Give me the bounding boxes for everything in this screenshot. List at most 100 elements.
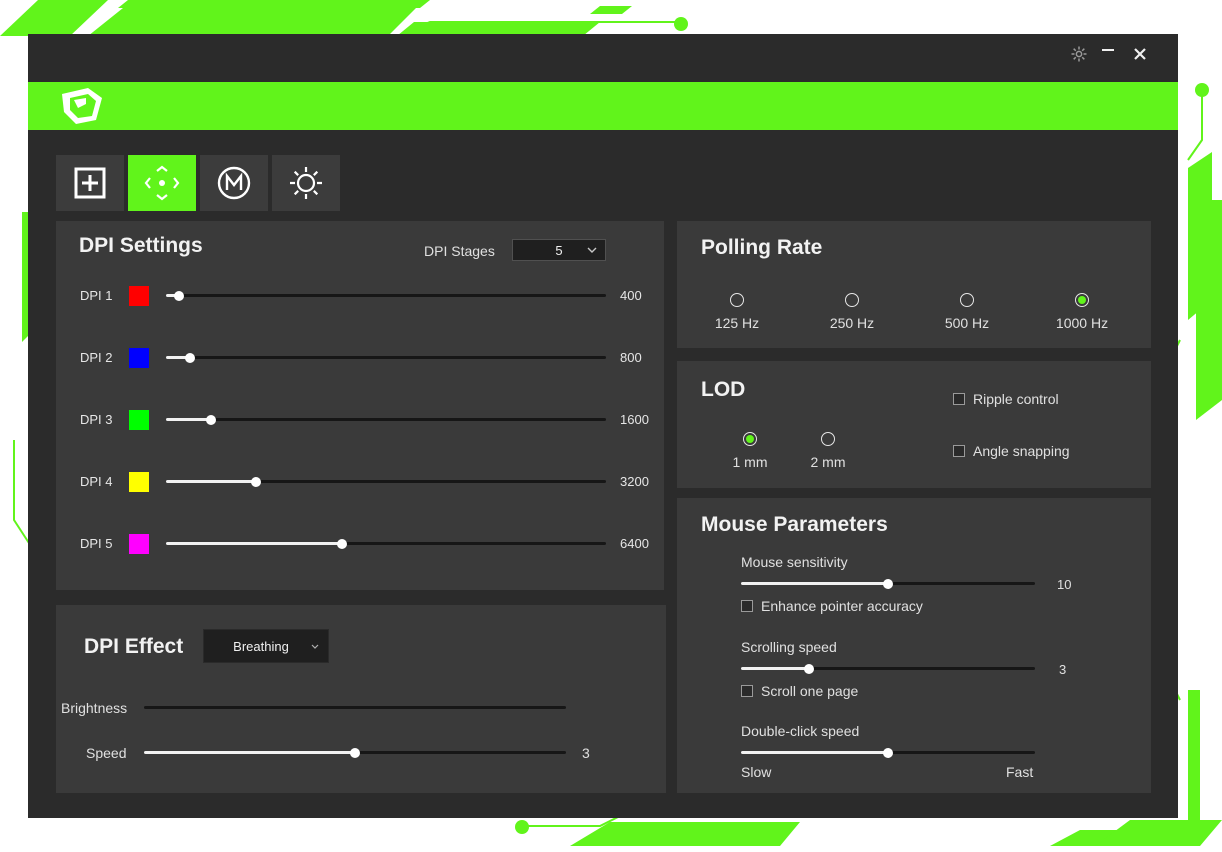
radio-button[interactable] <box>743 432 757 446</box>
dpi-value: 400 <box>620 288 642 303</box>
tab-performance[interactable] <box>128 155 196 211</box>
slider-thumb[interactable] <box>883 748 893 758</box>
radio-button[interactable] <box>1075 293 1089 307</box>
move-arrows-icon <box>144 165 180 201</box>
scrolling-speed-value: 3 <box>1059 662 1067 677</box>
radio-label: 500 Hz <box>944 315 990 331</box>
settings-button[interactable] <box>1065 40 1093 68</box>
mouse-sensitivity-slider[interactable] <box>741 577 1035 591</box>
close-icon <box>1134 48 1146 60</box>
checkbox-box[interactable] <box>741 600 753 612</box>
plus-square-icon <box>74 167 106 199</box>
dpi-label: DPI 3 <box>80 412 113 427</box>
dpi-row-5: DPI 5 6400 <box>80 534 670 554</box>
speed-label: Speed <box>86 745 127 761</box>
dpi-color-swatch[interactable] <box>129 348 149 368</box>
minimize-button[interactable] <box>1094 40 1122 68</box>
scroll-one-page-checkbox[interactable]: Scroll one page <box>741 683 858 699</box>
polling-option-500[interactable]: 500 Hz <box>935 293 999 331</box>
tab-buttons[interactable] <box>56 155 124 211</box>
dpi-stages-label: DPI Stages <box>424 243 495 259</box>
brand-logo-icon <box>62 88 102 124</box>
dpi-settings-panel: DPI Settings DPI Stages 5 DPI 1 400 DPI … <box>56 221 664 590</box>
radio-label: 125 Hz <box>714 315 760 331</box>
dpi-stages-select[interactable]: 5 <box>512 239 606 261</box>
slider-thumb[interactable] <box>337 539 347 549</box>
chevron-down-icon <box>587 247 597 253</box>
checkbox-box[interactable] <box>741 685 753 697</box>
polling-option-250[interactable]: 250 Hz <box>820 293 884 331</box>
brightness-slider[interactable] <box>144 701 566 715</box>
speed-slider[interactable] <box>144 746 566 760</box>
dpi-color-swatch[interactable] <box>129 534 149 554</box>
dpi-slider[interactable] <box>166 475 606 489</box>
sun-light-icon <box>290 167 322 199</box>
angle-snapping-label: Angle snapping <box>973 443 1070 459</box>
dpi-stages-value: 5 <box>555 242 563 258</box>
radio-button[interactable] <box>960 293 974 307</box>
app-window: DPI Settings DPI Stages 5 DPI 1 400 DPI … <box>28 34 1178 818</box>
gear-icon <box>1071 46 1087 62</box>
dpi-slider[interactable] <box>166 351 606 365</box>
minimize-icon <box>1102 49 1114 51</box>
mouse-sensitivity-label: Mouse sensitivity <box>741 554 848 570</box>
radio-button[interactable] <box>845 293 859 307</box>
slider-thumb[interactable] <box>350 748 360 758</box>
lod-option-2mm[interactable]: 2 mm <box>803 432 853 470</box>
lod-option-1mm[interactable]: 1 mm <box>725 432 775 470</box>
dpi-effect-title: DPI Effect <box>84 635 184 658</box>
radio-label: 1000 Hz <box>1055 315 1109 331</box>
dpi-effect-select[interactable]: Breathing <box>203 629 329 663</box>
polling-rate-title: Polling Rate <box>701 236 823 259</box>
slider-thumb[interactable] <box>174 291 185 301</box>
slider-thumb[interactable] <box>206 415 217 425</box>
slider-thumb[interactable] <box>803 664 814 674</box>
brand-bar <box>28 82 1178 130</box>
dpi-color-swatch[interactable] <box>129 410 149 430</box>
dpi-color-swatch[interactable] <box>129 286 149 306</box>
radio-button[interactable] <box>821 432 835 446</box>
dpi-slider[interactable] <box>166 289 606 303</box>
close-button[interactable] <box>1126 40 1154 68</box>
radio-button[interactable] <box>730 293 744 307</box>
enhance-pointer-label: Enhance pointer accuracy <box>761 598 923 614</box>
lod-title: LOD <box>701 378 746 401</box>
dpi-effect-panel: DPI Effect Breathing Brightness Speed 3 <box>56 605 666 793</box>
titlebar <box>28 34 1178 82</box>
slider-thumb[interactable] <box>185 353 196 363</box>
macro-m-icon <box>217 166 251 200</box>
dpi-row-1: DPI 1 400 <box>80 286 670 306</box>
tab-macro[interactable] <box>200 155 268 211</box>
dpi-label: DPI 4 <box>80 474 113 489</box>
scrolling-speed-slider[interactable] <box>741 662 1035 676</box>
polling-rate-panel: Polling Rate 125 Hz 250 Hz 500 Hz 1000 H… <box>677 221 1151 348</box>
dpi-row-2: DPI 2 800 <box>80 348 670 368</box>
dpi-color-swatch[interactable] <box>129 472 149 492</box>
dpi-slider[interactable] <box>166 537 606 551</box>
dpi-value: 3200 <box>620 474 649 489</box>
mouse-parameters-title: Mouse Parameters <box>701 513 888 536</box>
dpi-label: DPI 1 <box>80 288 113 303</box>
dpi-effect-mode: Breathing <box>233 638 289 654</box>
checkbox-box[interactable] <box>953 445 965 457</box>
dpi-row-3: DPI 3 1600 <box>80 410 670 430</box>
polling-option-125[interactable]: 125 Hz <box>705 293 769 331</box>
tab-lighting[interactable] <box>272 155 340 211</box>
double-click-slider[interactable] <box>741 746 1035 760</box>
mouse-parameters-panel: Mouse Parameters Mouse sensitivity 10 En… <box>677 498 1151 793</box>
polling-option-1000[interactable]: 1000 Hz <box>1045 293 1119 331</box>
dpi-row-4: DPI 4 3200 <box>80 472 670 492</box>
enhance-pointer-checkbox[interactable]: Enhance pointer accuracy <box>741 598 923 614</box>
chevron-down-icon <box>311 644 319 649</box>
dpi-slider[interactable] <box>166 413 606 427</box>
scrolling-speed-label: Scrolling speed <box>741 639 837 655</box>
angle-snapping-checkbox[interactable]: Angle snapping <box>953 443 1070 459</box>
ripple-control-checkbox[interactable]: Ripple control <box>953 391 1059 407</box>
checkbox-box[interactable] <box>953 393 965 405</box>
fast-label: Fast <box>1006 764 1034 780</box>
dpi-value: 800 <box>620 350 642 365</box>
lod-panel: LOD 1 mm 2 mm Ripple control Angle snapp… <box>677 361 1151 488</box>
slider-thumb[interactable] <box>251 477 262 487</box>
slider-thumb[interactable] <box>883 579 893 589</box>
dpi-value: 1600 <box>620 412 649 427</box>
